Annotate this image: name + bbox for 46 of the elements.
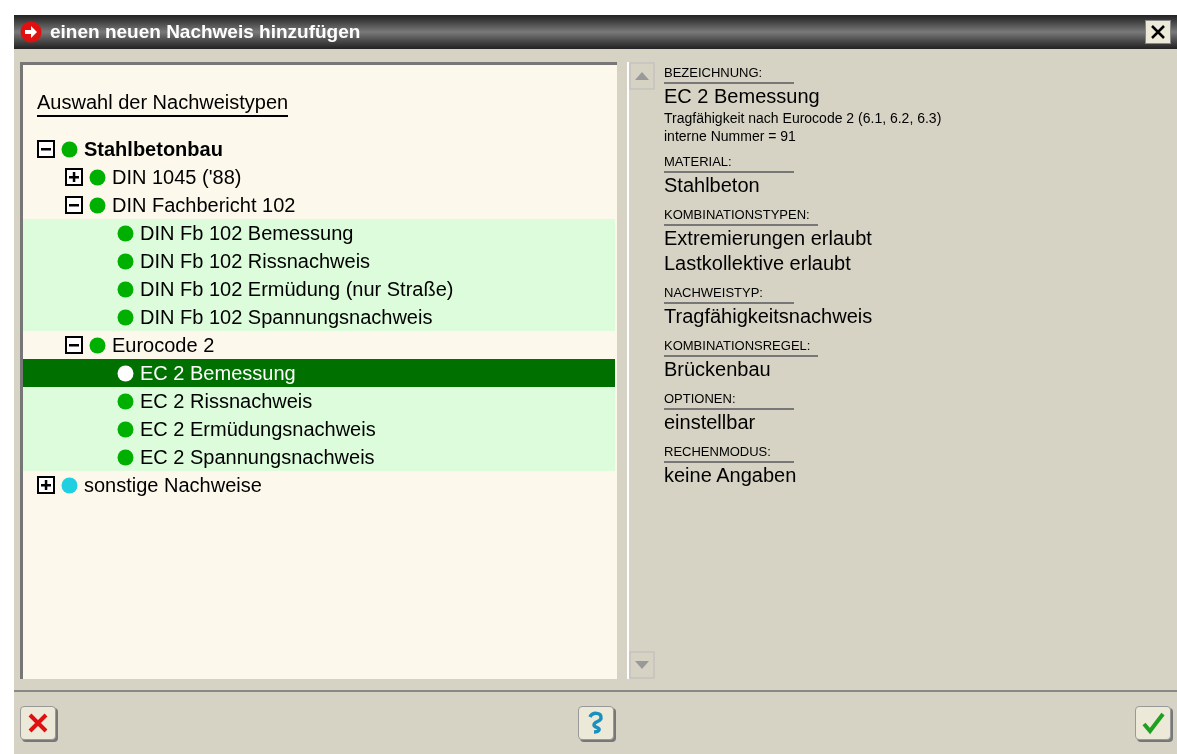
tree-item[interactable]: Eurocode 2 <box>23 331 615 359</box>
section-label: BEZEICHNUNG: <box>664 64 794 84</box>
check-icon <box>1141 711 1165 735</box>
tree-item[interactable]: DIN Fachbericht 102 <box>23 191 615 219</box>
section-label: RECHENMODUS: <box>664 443 794 463</box>
collapse-icon[interactable] <box>37 140 55 158</box>
tree-item[interactable]: Stahlbetonbau <box>23 135 615 163</box>
section-value: keine Angaben <box>664 463 797 488</box>
section-note: interne Nummer = 91 <box>664 127 796 145</box>
collapse-icon[interactable] <box>65 336 83 354</box>
window-title: einen neuen Nachweis hinzufügen <box>50 19 361 44</box>
section-value: Lastkollektive erlaubt <box>664 251 851 276</box>
help-icon <box>586 711 605 735</box>
section-label: KOMBINATIONSREGEL: <box>664 337 819 357</box>
expand-icon[interactable] <box>65 168 83 186</box>
help-button[interactable] <box>577 706 614 740</box>
section-value: Extremierungen erlaubt <box>664 226 872 251</box>
section-label: KOMBINATIONSTYPEN: <box>664 206 818 226</box>
close-button[interactable] <box>1145 20 1171 44</box>
section-value: Tragfähigkeitsnachweis <box>664 304 873 329</box>
tree-item[interactable]: DIN Fb 102 Rissnachweis <box>23 247 615 275</box>
tree-item[interactable]: DIN Fb 102 Bemessung <box>23 219 615 247</box>
tree-item[interactable]: sonstige Nachweise <box>23 471 615 499</box>
section-label: MATERIAL: <box>664 153 794 173</box>
collapse-icon[interactable] <box>65 196 83 214</box>
tree-item[interactable]: DIN Fb 102 Spannungsnachweis <box>23 303 615 331</box>
section-label: NACHWEISTYP: <box>664 284 794 304</box>
cancel-button[interactable] <box>20 706 56 740</box>
tree-item[interactable]: EC 2 Spannungsnachweis <box>23 443 615 471</box>
section-note: Tragfähigkeit nach Eurocode 2 (6.1, 6.2, 6.3) <box>664 109 942 127</box>
close-icon <box>1151 25 1165 39</box>
tree-item[interactable]: DIN 1045 ('88) <box>23 163 615 191</box>
ok-button[interactable] <box>1135 706 1171 740</box>
tree-item[interactable]: EC 2 Rissnachweis <box>23 387 615 415</box>
section-value: einstellbar <box>664 410 756 435</box>
close-icon <box>27 712 49 734</box>
section-value: Brückenbau <box>664 357 771 382</box>
tree-item[interactable]: EC 2 Bemessung <box>23 359 615 387</box>
tree-item[interactable]: EC 2 Ermüdungsnachweis <box>23 415 615 443</box>
tree-heading: Auswahl der Nachweistypen <box>37 91 289 117</box>
status-dot <box>117 364 134 382</box>
tree-item[interactable]: DIN Fb 102 Ermüdung (nur Straße) <box>23 275 615 303</box>
section-value: Stahlbeton <box>664 173 760 198</box>
expand-icon[interactable] <box>37 476 55 494</box>
section-label: OPTIONEN: <box>664 390 794 410</box>
section-value: EC 2 Bemessung <box>664 84 820 109</box>
